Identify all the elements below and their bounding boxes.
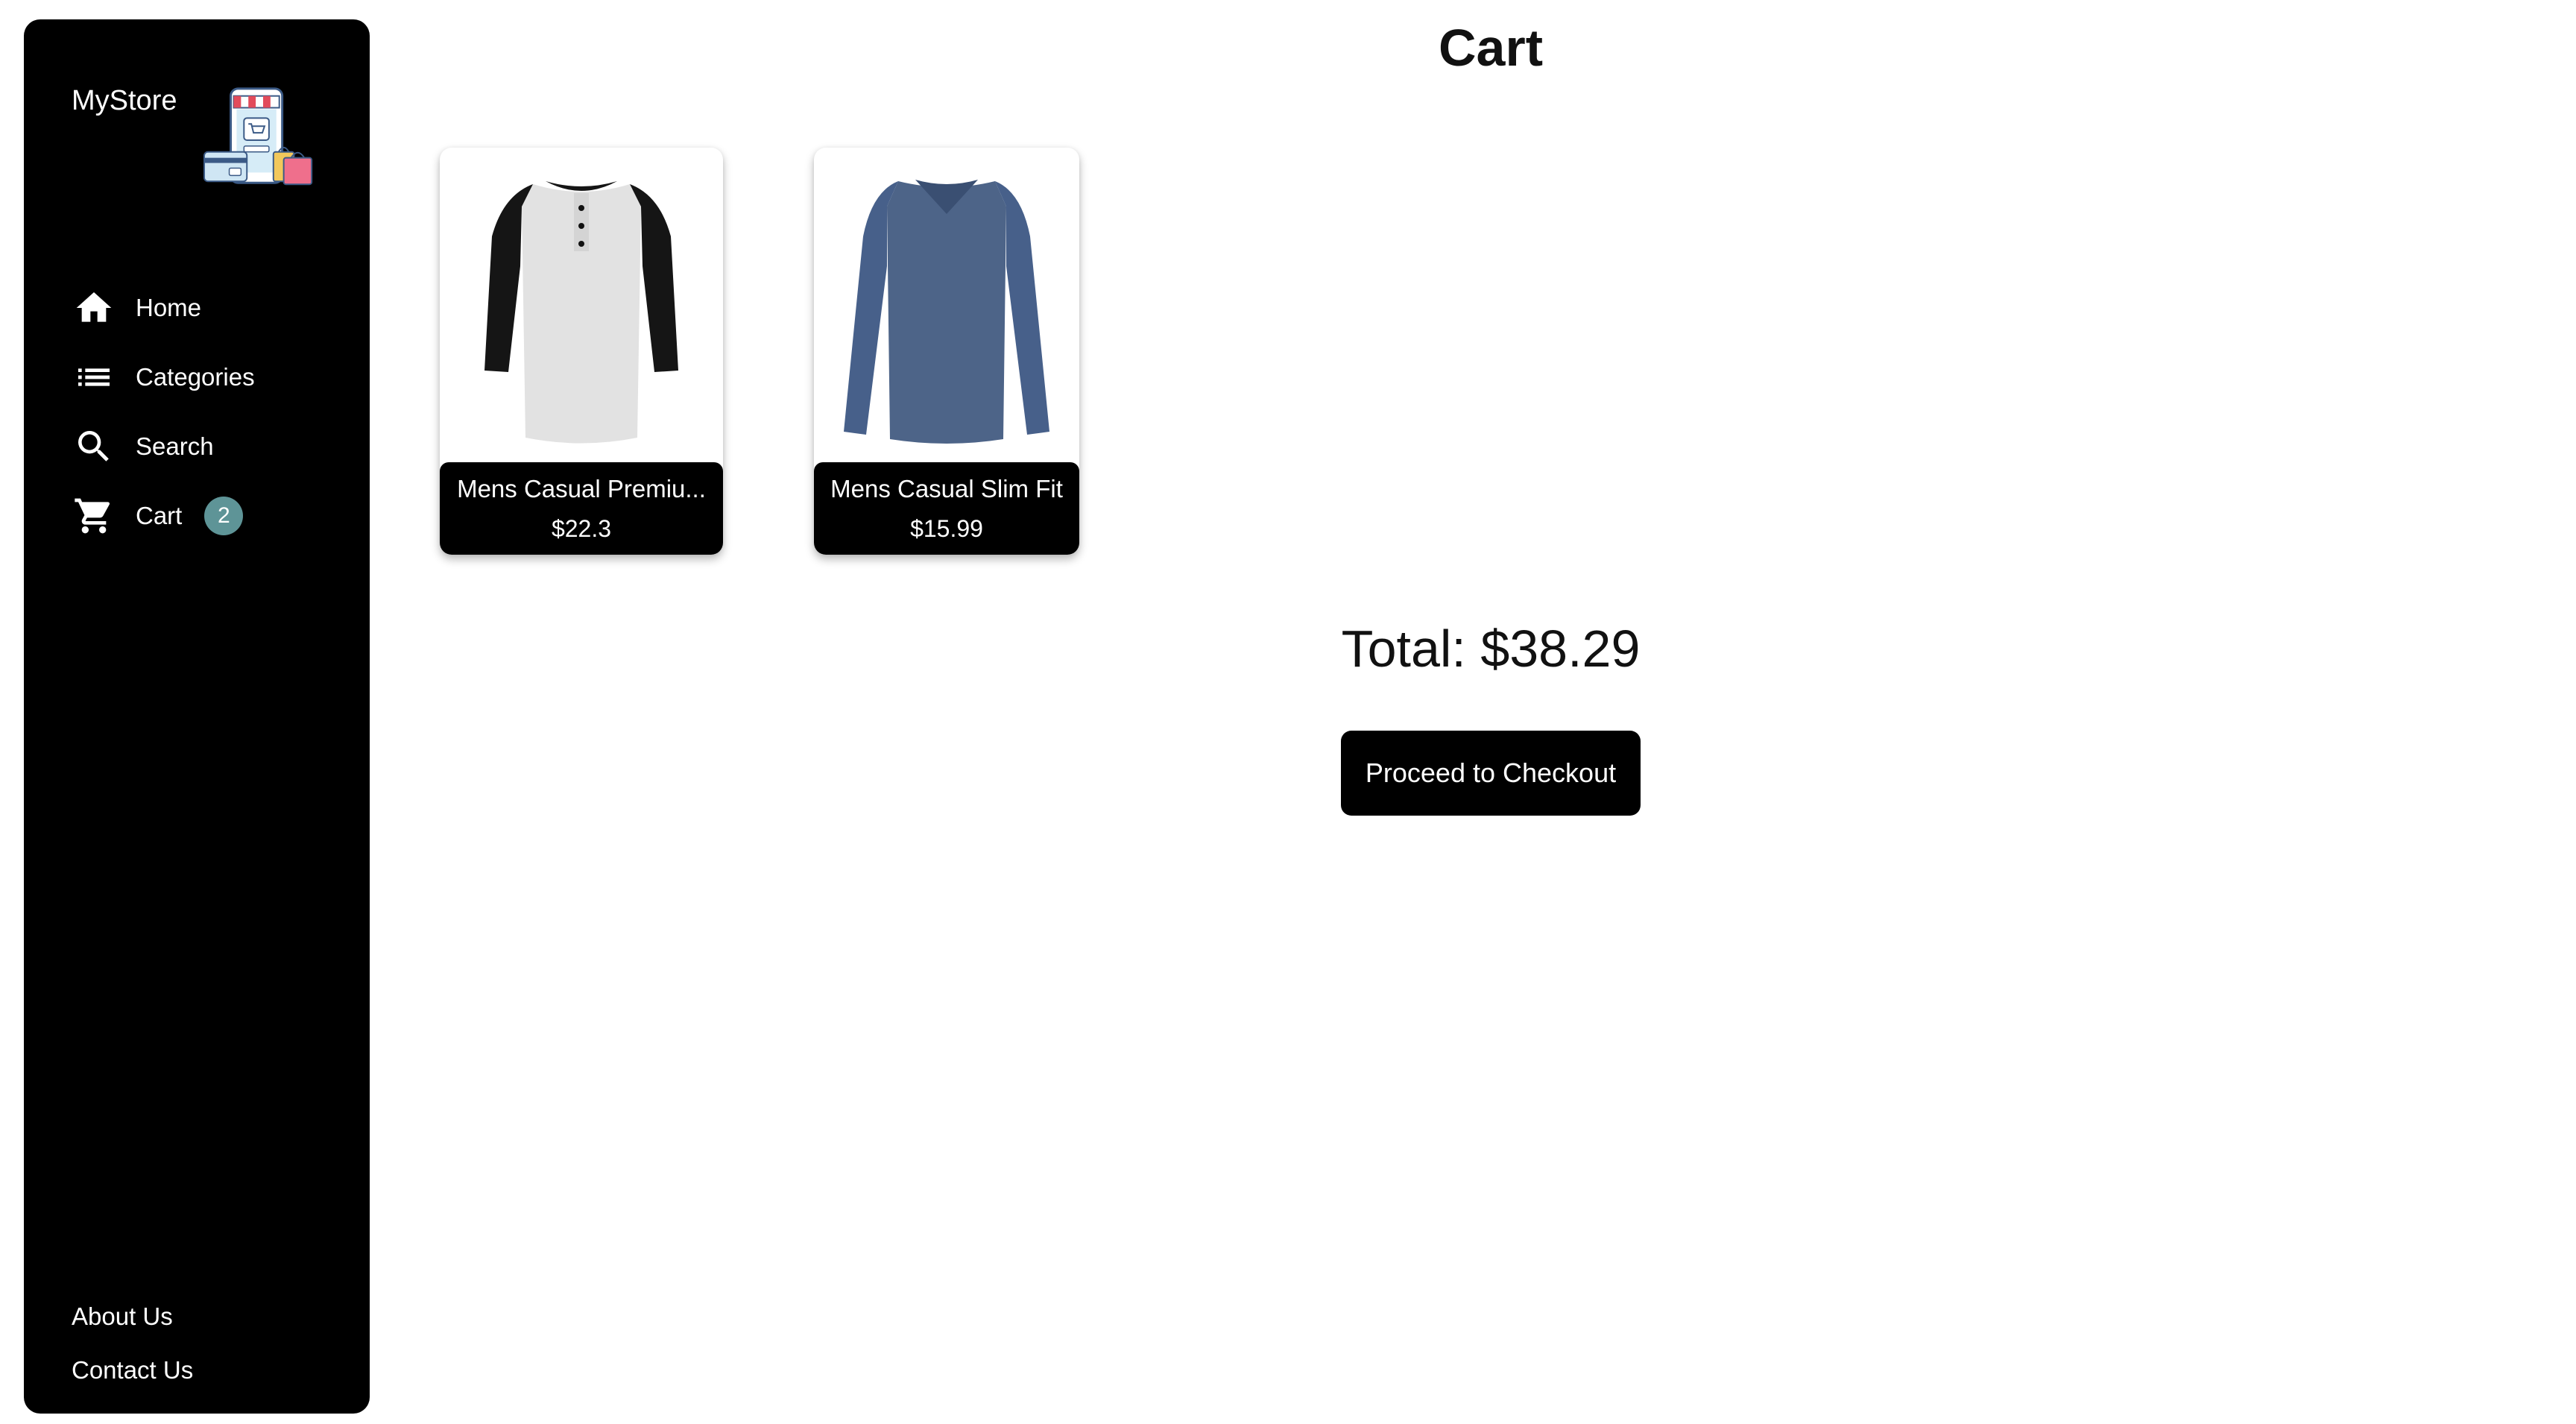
vneck-shirt-image [844,180,1049,444]
cart-icon [72,494,116,538]
sidebar-footer: About Us Contact Us [72,1302,193,1409]
cart-count-badge: 2 [204,496,244,535]
list-icon [72,355,116,400]
sidebar-item-label: Home [136,293,202,321]
sidebar-item-home[interactable]: Home [72,273,255,342]
sidebar-item-search[interactable]: Search [72,412,255,481]
about-us-link[interactable]: About Us [72,1302,193,1355]
product-name: Mens Casual Premiu... [457,474,706,503]
product-name: Mens Casual Slim Fit [830,474,1063,503]
henley-shirt-image [484,181,678,444]
cart-items: Mens Casual Premiu... $22.3 Mens Casual … [440,148,1079,555]
sidebar-item-categories[interactable]: Categories [72,342,255,412]
sidebar-item-label: Cart [136,501,183,529]
proceed-to-checkout-button[interactable]: Proceed to Checkout [1341,731,1641,816]
sidebar-item-label: Search [136,432,214,460]
home-icon [72,286,116,330]
store-logo-icon [203,87,313,186]
contact-us-link[interactable]: Contact Us [72,1355,193,1409]
sidebar-item-cart[interactable]: Cart 2 [72,481,255,550]
product-price: $15.99 [910,514,983,542]
sidebar: MyStore Home Categories Search Cart 2 Ab… [24,19,370,1414]
sidebar-item-label: Categories [136,362,255,391]
main-nav: Home Categories Search Cart 2 [72,273,255,550]
product-info: Mens Casual Premiu... $22.3 [440,462,723,555]
product-price: $22.3 [551,514,612,542]
app-root: MyStore Home Categories Search Cart 2 Ab… [0,0,2576,1424]
product-image [440,148,723,459]
product-info: Mens Casual Slim Fit $15.99 [814,462,1079,555]
brand-name: MyStore [72,85,177,116]
search-icon [72,424,116,469]
cart-item-card[interactable]: Mens Casual Premiu... $22.3 [440,148,723,555]
cart-total: Total: $38.29 [1341,620,1641,678]
product-image [814,148,1079,459]
brand[interactable]: MyStore [72,85,313,186]
page-title: Cart [1438,19,1544,77]
cart-item-card[interactable]: Mens Casual Slim Fit $15.99 [814,148,1079,555]
